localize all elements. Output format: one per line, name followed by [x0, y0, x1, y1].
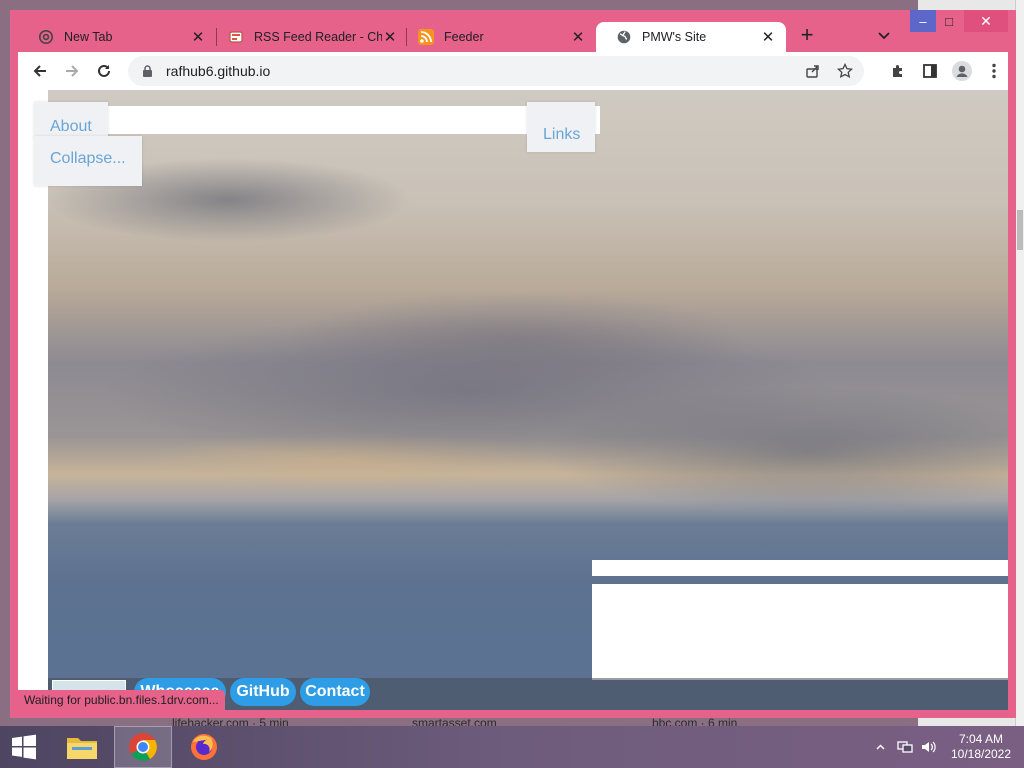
tab-rss-feed-reader[interactable]: RSS Feed Reader - Chro ✕: [208, 22, 408, 52]
clock-date: 10/18/2022: [950, 747, 1012, 761]
reload-icon: [98, 64, 110, 77]
about-label: About: [50, 118, 92, 135]
back-button[interactable]: [24, 55, 56, 87]
browser-window: New Tab ✕ RSS Feed Reader - Chro ✕ Feede…: [10, 10, 1016, 718]
tab-strip: New Tab ✕ RSS Feed Reader - Chro ✕ Feede…: [10, 10, 1016, 52]
chrome-taskbar-button[interactable]: [114, 726, 172, 768]
globe-icon: [616, 29, 632, 45]
firefox-logo-icon: [191, 734, 217, 760]
menu-button[interactable]: [978, 55, 1010, 87]
tab-title: PMW's Site: [642, 30, 707, 44]
folder-icon: [67, 738, 97, 759]
links-link[interactable]: Links: [527, 102, 595, 152]
github-button[interactable]: GitHub: [230, 678, 296, 706]
network-icon[interactable]: [894, 726, 916, 768]
chevron-down-icon: [878, 32, 890, 40]
close-tab-icon[interactable]: ✕: [190, 28, 206, 46]
avatar-icon: [952, 61, 972, 81]
tab-title: Feeder: [444, 30, 484, 44]
close-tab-icon[interactable]: ✕: [382, 28, 398, 46]
collapse-label: Collapse...: [50, 150, 126, 167]
arrow-right-icon: [66, 65, 79, 77]
start-button[interactable]: [0, 726, 48, 768]
maximize-button[interactable]: □: [936, 10, 962, 32]
side-panel-icon: [923, 64, 937, 78]
links-label: Links: [543, 126, 581, 143]
collapse-link[interactable]: Collapse...: [34, 136, 142, 186]
puzzle-icon: [893, 65, 902, 77]
tab-new-tab[interactable]: New Tab ✕: [18, 22, 216, 52]
tab-pmws-site[interactable]: PMW's Site ✕: [596, 22, 786, 52]
show-hidden-icons-chevron[interactable]: [872, 726, 888, 768]
content-strip: [592, 560, 1008, 576]
top-white-bar: [34, 106, 600, 134]
forward-button[interactable]: [56, 55, 88, 87]
reload-button[interactable]: [88, 55, 120, 87]
chrome-icon: [38, 29, 54, 45]
tab-title: New Tab: [64, 30, 113, 44]
extensions-button[interactable]: [882, 55, 914, 87]
volume-icon[interactable]: [918, 726, 940, 768]
address-bar[interactable]: rafhub6.github.io: [128, 56, 864, 86]
close-window-button[interactable]: ✕: [964, 10, 1008, 32]
rss-reader-icon: [228, 29, 244, 45]
browser-toolbar: rafhub6.github.io: [18, 52, 1008, 90]
tab-search-button[interactable]: [874, 24, 894, 48]
arrow-left-icon: [33, 65, 46, 77]
minimize-button[interactable]: –: [910, 10, 936, 32]
chevron-up-icon: [875, 744, 885, 750]
share-icon[interactable]: [798, 56, 828, 86]
background-scroll-thumb[interactable]: [1017, 210, 1023, 250]
kebab-menu-icon: [992, 63, 996, 79]
file-explorer-button[interactable]: [58, 726, 106, 768]
new-tab-button[interactable]: +: [796, 24, 818, 48]
windows-logo-icon: [12, 734, 36, 760]
bookmark-star-icon[interactable]: [830, 56, 860, 86]
url-text: rafhub6.github.io: [166, 63, 271, 79]
tab-title: RSS Feed Reader - Chro: [254, 30, 382, 44]
background-scrollbar[interactable]: [1015, 0, 1024, 726]
chrome-logo-icon: [129, 733, 157, 761]
clock-time: 7:04 AM: [958, 732, 1004, 746]
taskbar: 7:04 AM 10/18/2022: [0, 726, 1024, 768]
tab-feeder[interactable]: Feeder ✕: [398, 22, 596, 52]
side-panel-button[interactable]: [914, 55, 946, 87]
about-link[interactable]: About: [34, 102, 108, 138]
rss-icon: [418, 29, 434, 45]
contact-button[interactable]: Contact: [300, 678, 370, 706]
close-tab-icon[interactable]: ✕: [760, 28, 776, 46]
close-tab-icon[interactable]: ✕: [570, 28, 586, 46]
taskbar-clock[interactable]: 7:04 AM 10/18/2022: [946, 732, 1016, 762]
lock-icon[interactable]: [140, 63, 154, 79]
firefox-taskbar-button[interactable]: [180, 726, 228, 768]
status-bubble: Waiting for public.bn.files.1drv.com...: [18, 690, 225, 710]
page-viewport: About Collapse... Links Whoaaaaa GitHub …: [18, 90, 1008, 710]
profile-button[interactable]: [946, 55, 978, 87]
content-panel: [592, 584, 1008, 680]
